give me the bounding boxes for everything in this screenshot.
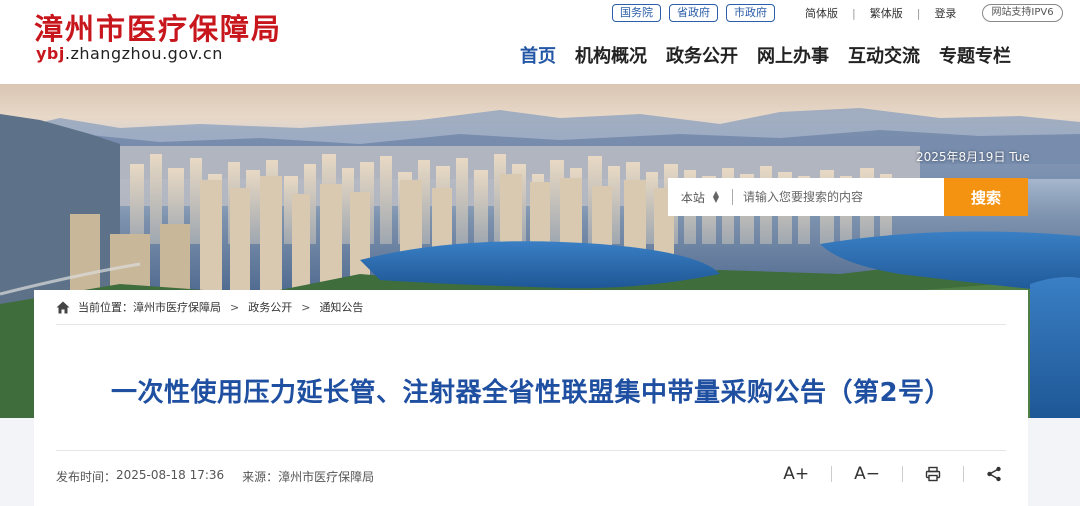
login-link[interactable]: 登录 [934,5,956,21]
sort-arrows-icon: ▲ ▼ [712,189,720,204]
nav-public-affairs[interactable]: 政务公开 [666,42,738,68]
source-value: 漳州市医疗保障局 [278,470,375,484]
nav-home[interactable]: 首页 [520,42,556,68]
search-button[interactable]: 搜索 [668,178,1028,216]
search-input[interactable] [743,190,944,204]
main-nav: 首页 机构概况 政务公开 网上办事 互动交流 专题专栏 [520,42,1030,68]
share-icon [987,466,1001,482]
print-button[interactable] [925,466,941,482]
font-decrease-button[interactable]: A− [854,464,880,484]
article-tools: A+ A− [783,464,1002,484]
domain-rest: .zhangzhou.gov.cn [64,44,223,63]
meta-divider [56,450,1006,451]
breadcrumb-item-bureau[interactable]: 漳州市医疗保障局 [133,299,221,315]
source-label: 来源： [242,470,279,484]
breadcrumb-item-public-affairs[interactable]: 政务公开 [248,299,292,315]
article-card: 当前位置： 漳州市医疗保障局 > 政务公开 > 通知公告 一次性使用压力延长管、… [34,290,1028,506]
font-increase-button[interactable]: A+ [783,464,809,484]
breadcrumb-divider [56,324,1006,325]
breadcrumb-separator: > [230,300,240,314]
breadcrumb-item-notices[interactable]: 通知公告 [319,299,363,315]
search-icon [668,178,686,196]
banner-date: 2025年8月19日 Tue [916,150,1030,164]
site-domain: ybj.zhangzhou.gov.cn [36,44,223,63]
simplified-link[interactable]: 简体版 [805,5,838,21]
link-separator: | [852,6,856,20]
publish-label: 发布时间： [56,470,117,484]
breadcrumb: 当前位置： 漳州市医疗保障局 > 政务公开 > 通知公告 [56,299,363,315]
link-state-council[interactable]: 国务院 [612,4,661,22]
tool-separator [902,466,903,482]
breadcrumb-prefix: 当前位置： [78,301,133,314]
search-button-label: 搜索 [970,188,1001,207]
link-city-gov[interactable]: 市政府 [726,4,775,22]
publish-time: 2025-08-18 17:36 [116,468,225,482]
ipv6-badge: 网站支持IPV6 [982,4,1063,22]
print-icon [925,466,941,482]
search-bar: 本站 ▲▼ 搜索 [668,178,1028,216]
nav-about[interactable]: 机构概况 [575,42,647,68]
nav-interaction[interactable]: 互动交流 [848,42,920,68]
link-separator: | [916,6,921,20]
site-logo-title[interactable]: 漳州市医疗保障局 [34,6,282,48]
article-title: 一次性使用压力延长管、注射器全省性联盟集中带量采购公告（第2号） [110,378,952,408]
home-icon [56,301,70,314]
share-button[interactable] [986,466,1002,482]
link-province-gov[interactable]: 省政府 [669,4,718,22]
article-meta: 发布时间： 2025-08-18 17:36 来源： 漳州市医疗保障局 [56,468,374,485]
search-divider [732,189,733,205]
top-links: 国务院 省政府 市政府 简体版 | 繁体版 | 登录 网站支持IPV6 [612,3,1063,23]
nav-online-services[interactable]: 网上办事 [757,42,829,68]
tool-separator [963,466,964,482]
breadcrumb-separator: > [301,300,311,314]
traditional-link[interactable]: 繁体版 [870,5,903,21]
tool-separator [831,466,833,482]
nav-special-topics[interactable]: 专题专栏 [939,42,1011,68]
domain-prefix: ybj [36,44,65,63]
site-header: 漳州市医疗保障局 ybj.zhangzhou.gov.cn 国务院 省政府 市政… [0,0,1080,84]
